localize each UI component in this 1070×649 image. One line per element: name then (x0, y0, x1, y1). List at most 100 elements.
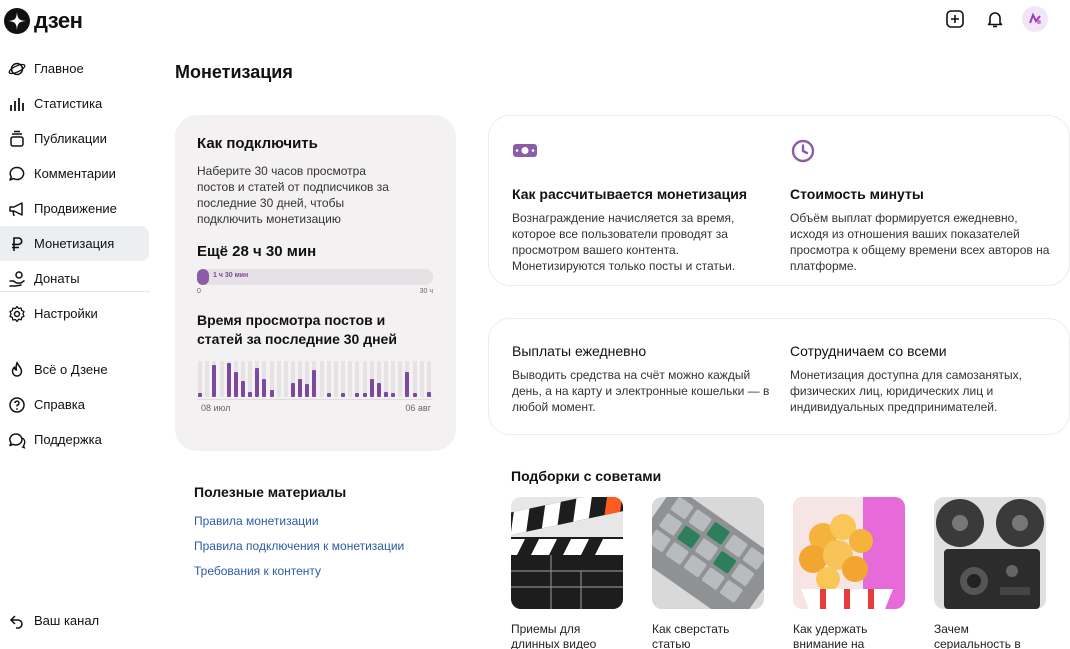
chart-bar (262, 379, 267, 397)
chart-bar (376, 383, 381, 397)
sidebar-item-main[interactable]: Главное (0, 51, 150, 86)
collection-tile[interactable]: Как удержать внимание на (793, 497, 905, 649)
chart-bar-track (348, 361, 353, 397)
sidebar-item-label: Ваш канал (34, 613, 100, 628)
sidebar-item-settings[interactable]: Настройки (0, 296, 150, 331)
chart-bar-track (219, 361, 224, 397)
comment-icon (7, 164, 27, 184)
axis-start-label: 08 июл (201, 403, 231, 413)
sidebar-item-label: Статистика (34, 96, 103, 111)
chart-bar-track (326, 361, 331, 397)
sidebar-item-label: Поддержка (34, 432, 102, 447)
chart-bar (248, 392, 253, 397)
chart-bar (326, 393, 331, 397)
chart-bar-track (198, 361, 202, 397)
chart-bar (240, 381, 245, 397)
chart-bar-track (276, 361, 281, 397)
chart-bar (291, 383, 295, 397)
progress-bar: 1 ч 30 мин (197, 269, 433, 285)
daily-payouts-text: Выводить средства на счёт можно каждый д… (512, 368, 770, 414)
sidebar-item-label: Главное (34, 61, 84, 76)
link-content-requirements[interactable]: Требования к контенту (194, 564, 404, 578)
notifications-button[interactable] (982, 6, 1008, 32)
connect-title: Как подключить (197, 135, 318, 152)
fire-icon (7, 360, 27, 380)
clapperboard-image (511, 497, 623, 609)
chart-bar-track (412, 361, 417, 397)
sidebar-item-promotion[interactable]: Продвижение (0, 191, 150, 226)
sidebar-item-stats[interactable]: Статистика (0, 86, 150, 121)
collections-list: Приемы для длинных видео Как сверстать с… (511, 497, 1046, 649)
megaphone-icon (7, 199, 27, 219)
link-monetization-rules[interactable]: Правила монетизации (194, 514, 404, 528)
ruble-icon (7, 234, 27, 254)
sidebar-item-your-channel[interactable]: Ваш канал (0, 603, 150, 638)
minute-cost-text: Объём выплат формируется ежедневно, исхо… (790, 211, 1050, 273)
collection-caption: Как сверстать статью (652, 622, 730, 649)
clock-icon (790, 138, 816, 164)
calculation-block: Как рассчитывается монетизация Вознаграж… (512, 138, 772, 274)
chart-bar-track (362, 361, 367, 397)
bell-icon (987, 12, 1003, 28)
sidebar-item-label: Донаты (34, 271, 80, 286)
chart-bar (226, 363, 231, 397)
chart-bar (412, 393, 417, 397)
useful-materials: Полезные материалы Правила монетизации П… (194, 484, 404, 589)
daily-payouts-title: Выплаты ежедневно (512, 343, 647, 359)
collection-caption: Зачем сериальность в (934, 622, 1021, 649)
chart-bar (426, 392, 431, 397)
popcorn-image (793, 497, 905, 609)
collection-tile[interactable]: Приемы для длинных видео (511, 497, 623, 649)
axis-end-label: 06 авг (405, 403, 431, 413)
support-icon (7, 430, 27, 450)
sidebar-item-comments[interactable]: Комментарии (0, 156, 150, 191)
chart-bar-track (341, 361, 345, 397)
sidebar-item-label: Продвижение (34, 201, 117, 216)
time-left: Ещё 28 ч 30 мин (197, 243, 317, 260)
collection-tile[interactable]: Как сверстать статью (652, 497, 764, 649)
connect-text: Наберите 30 часов просмотра постов и ста… (197, 164, 389, 226)
collection-tile[interactable]: Зачем сериальность в (934, 497, 1046, 649)
logo-text: дзен (34, 8, 83, 33)
dzen-logo[interactable]: дзен (4, 8, 83, 34)
chart-bar (391, 393, 396, 397)
chart-bar (383, 392, 388, 397)
sidebar-item-label: Справка (34, 397, 85, 412)
chart-bar (369, 379, 374, 397)
link-connection-rules[interactable]: Правила подключения к монетизации (194, 539, 404, 553)
monetization-info-card: Как рассчитывается монетизация Вознаграж… (488, 115, 1070, 286)
sidebar-item-publications[interactable]: Публикации (0, 121, 150, 156)
sidebar-item-support[interactable]: Поддержка (0, 422, 150, 457)
sidebar-item-label: Публикации (34, 131, 107, 146)
sidebar-item-monetization[interactable]: Монетизация (0, 226, 149, 261)
cooperation-text: Монетизация доступна для самозанятых, фи… (790, 368, 1022, 414)
sidebar-item-about[interactable]: Всё о Дзене (0, 352, 150, 387)
sidebar-item-label: Всё о Дзене (34, 362, 108, 377)
calculation-text: Вознаграждение начисляется за время, кот… (512, 211, 736, 273)
chart-bar-track (333, 361, 338, 397)
chart-bar (233, 372, 238, 397)
gear-icon (7, 304, 27, 324)
connect-card: Как подключить Наберите 30 часов просмот… (175, 115, 456, 451)
back-icon (7, 611, 27, 631)
avatar[interactable] (1022, 6, 1048, 32)
watch-time-chart (197, 359, 433, 397)
progress-scale: 0 30 ч (197, 288, 433, 295)
calculation-title: Как рассчитывается монетизация (512, 186, 748, 202)
collections-title: Подборки с советами (511, 468, 662, 484)
payouts-info-card: Выплаты ежедневно Выводить средства на с… (488, 318, 1070, 435)
chart-bar (355, 393, 360, 397)
chart-bar (312, 370, 317, 397)
collection-caption: Как удержать внимание на (793, 622, 868, 649)
add-button[interactable] (942, 6, 968, 32)
chart-bar-track (355, 361, 360, 397)
sidebar-item-label: Монетизация (34, 236, 115, 251)
chart-title: Время просмотра постов и статей за после… (197, 312, 397, 347)
chart-bar-track (283, 361, 288, 397)
donate-icon (7, 269, 27, 289)
useful-materials-title: Полезные материалы (194, 484, 347, 500)
page-title: Монетизация (175, 62, 293, 82)
sidebar-item-help[interactable]: Справка (0, 387, 150, 422)
progress-scale-end: 30 ч (419, 288, 433, 295)
sidebar-item-label: Комментарии (34, 166, 116, 181)
